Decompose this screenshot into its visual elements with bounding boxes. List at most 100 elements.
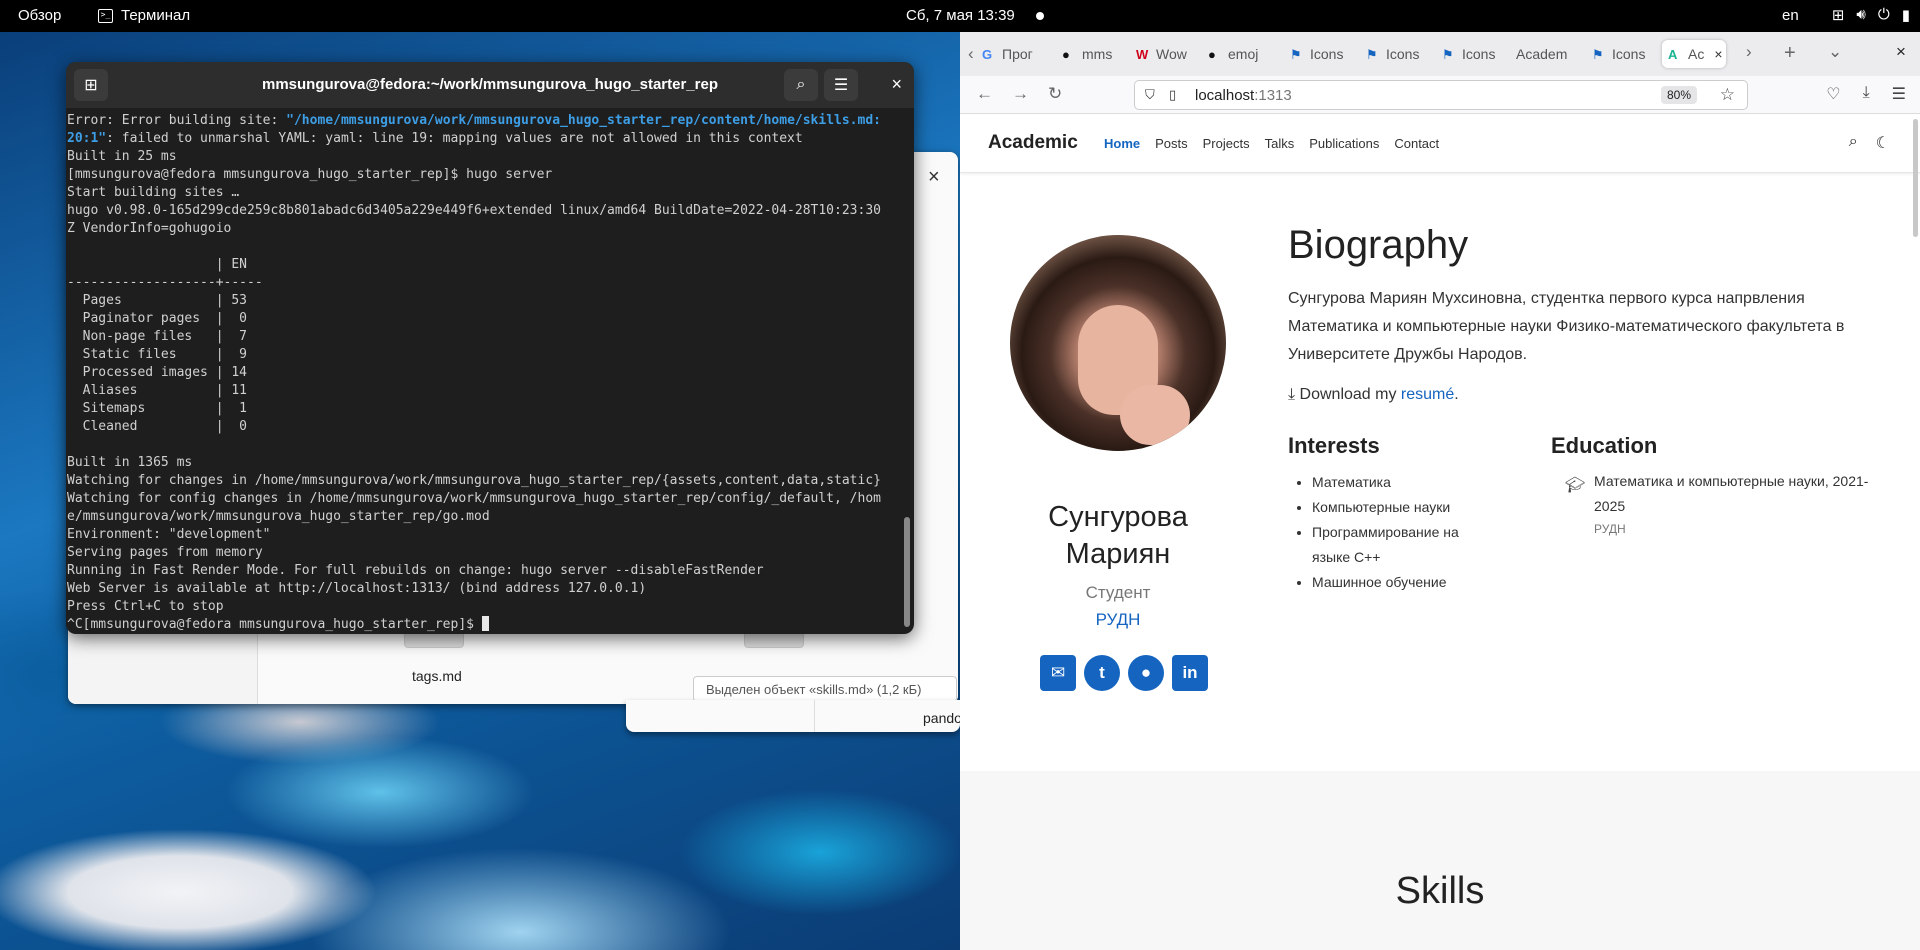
- shield-icon[interactable]: ⛉: [1145, 87, 1155, 103]
- reload-icon[interactable]: ↻: [1048, 84, 1062, 104]
- terminal-line: Static files | 9: [67, 346, 914, 364]
- nav-link-publications[interactable]: Publications: [1309, 136, 1379, 151]
- favicon-icon: ●: [1208, 47, 1216, 62]
- terminal-window[interactable]: ⊞ mmsungurova@fedora:~/work/mmsungurova_…: [66, 62, 914, 634]
- search-icon[interactable]: ⌕: [1849, 133, 1858, 153]
- keyboard-layout[interactable]: en: [1782, 7, 1799, 24]
- favicon-icon: W: [1136, 47, 1149, 62]
- favicon-icon: ⚑: [1366, 47, 1378, 62]
- url-bar[interactable]: ⛉ ▯ localhost:1313 80% ☆: [1134, 80, 1748, 110]
- browser-tab[interactable]: Academ: [1516, 40, 1584, 68]
- hamburger-icon[interactable]: ☰: [1892, 84, 1906, 104]
- browser-tab[interactable]: W Wow: [1136, 40, 1200, 68]
- person-name-line1: Сунгурова: [1048, 501, 1188, 533]
- browser-tab[interactable]: ⚑ Icons: [1366, 40, 1434, 68]
- star-icon[interactable]: ☆: [1720, 85, 1735, 105]
- url-text[interactable]: localhost:1313: [1195, 87, 1292, 104]
- envelope-icon[interactable]: ✉: [1040, 655, 1076, 691]
- browser-tab[interactable]: ⚑ Icons: [1592, 40, 1654, 68]
- back-arrow-icon[interactable]: ←: [976, 84, 993, 104]
- search-button[interactable]: ⌕: [784, 69, 818, 101]
- file-label[interactable]: tags.md: [412, 668, 462, 684]
- education-title: Education: [1551, 433, 1658, 458]
- close-tab-icon[interactable]: ×: [1714, 46, 1722, 62]
- person-org[interactable]: РУДН: [990, 610, 1246, 630]
- file-thumbnail[interactable]: [744, 634, 804, 648]
- chevron-left-icon[interactable]: ‹: [968, 44, 974, 64]
- page-icon[interactable]: ▯: [1169, 87, 1176, 103]
- terminal-line: Web Server is available at http://localh…: [67, 580, 914, 598]
- browser-tab[interactable]: ● mms: [1062, 40, 1128, 68]
- terminal-line: ^C[mmsungurova@fedora mmsungurova_hugo_s…: [67, 616, 914, 634]
- terminal-line: hugo v0.98.0-165d299cde259c8b801abadc6d3…: [67, 202, 914, 220]
- education-course: Математика и компьютерные науки, 2021-20…: [1594, 473, 1869, 514]
- browser-tab[interactable]: ⚑ Icons: [1290, 40, 1358, 68]
- terminal-line: Built in 1365 ms: [67, 454, 914, 472]
- dark-mode-icon[interactable]: ☾: [1876, 133, 1890, 153]
- twitter-icon[interactable]: t: [1084, 655, 1120, 691]
- new-tab-icon[interactable]: +: [1784, 42, 1796, 65]
- zoom-level[interactable]: 80%: [1660, 86, 1697, 104]
- terminal-output[interactable]: Error: Error building site: "/home/mmsun…: [66, 108, 914, 634]
- app-menu[interactable]: >_ Терминал: [98, 7, 190, 24]
- file-label[interactable]: pando: [923, 710, 962, 726]
- browser-tab[interactable]: ● emoj: [1208, 40, 1282, 68]
- resume-link[interactable]: resumé: [1401, 386, 1454, 403]
- clock[interactable]: Сб, 7 мая 13:39: [906, 7, 1015, 24]
- terminal-text: Web Server is available at http://localh…: [67, 581, 647, 596]
- terminal-text: Start building sites …: [67, 185, 240, 200]
- browser-window: ‹ › + ⌄ × G Прог ● mms W Wow ● emoj ⚑ Icons ⚑ Icons…: [960, 32, 1920, 950]
- browser-tab[interactable]: ⚑ Icons: [1442, 40, 1510, 68]
- nav-link-talks[interactable]: Talks: [1265, 136, 1295, 151]
- tab-label: Прог: [1002, 46, 1033, 62]
- activities-button[interactable]: Обзор: [18, 7, 61, 24]
- terminal-line: Start building sites …: [67, 184, 914, 202]
- close-icon[interactable]: ×: [928, 166, 940, 189]
- person-role: Студент: [1085, 583, 1151, 602]
- chevron-down-icon[interactable]: ⌄: [1828, 42, 1842, 62]
- download-icon[interactable]: ⤓: [1863, 84, 1870, 104]
- terminal-text: e/mmsungurova/work/mmsungurova_hugo_star…: [67, 509, 490, 524]
- close-icon[interactable]: ×: [891, 74, 902, 95]
- forward-arrow-icon[interactable]: →: [1012, 84, 1029, 104]
- site-nav-right: ⌕ ☾: [1849, 133, 1890, 153]
- nav-link-posts[interactable]: Posts: [1155, 136, 1188, 151]
- system-menu[interactable]: ⊞ 🔊︎ ⏻ ▮: [1832, 6, 1910, 24]
- person-name-line2: Мариян: [1065, 538, 1171, 570]
- linkedin-icon[interactable]: in: [1172, 655, 1208, 691]
- terminal-line: Non-page files | 7: [67, 328, 914, 346]
- nav-link-home[interactable]: Home: [1104, 136, 1140, 151]
- tab-label: Icons: [1310, 46, 1344, 62]
- divider: [814, 700, 815, 732]
- terminal-line: Serving pages from memory: [67, 544, 914, 562]
- browser-tab[interactable]: A Ac ×: [1662, 40, 1726, 68]
- terminal-text: Processed images | 14: [67, 365, 248, 380]
- tab-label: Icons: [1612, 46, 1646, 62]
- nav-link-projects[interactable]: Projects: [1203, 136, 1250, 151]
- interest-item: Программирование на языке С++: [1312, 520, 1487, 570]
- download-suffix: .: [1454, 386, 1459, 403]
- terminal-line: -------------------+-----: [67, 274, 914, 292]
- terminal-header: ⊞ mmsungurova@fedora:~/work/mmsungurova_…: [66, 62, 914, 108]
- github-icon[interactable]: ●: [1128, 655, 1164, 691]
- pocket-icon[interactable]: ♡: [1826, 84, 1840, 104]
- favicon-icon: A: [1668, 47, 1678, 62]
- favicon-icon: ⚑: [1290, 47, 1302, 62]
- web-page: Academic Home Posts Projects Talks Publicati…: [960, 115, 1920, 950]
- tab-label: Academ: [1516, 46, 1568, 62]
- close-window-icon[interactable]: ×: [1896, 42, 1906, 62]
- file-thumbnail[interactable]: [404, 634, 464, 648]
- site-brand[interactable]: Academic: [988, 132, 1078, 154]
- tab-strip: ‹ › + ⌄ × G Прог ● mms W Wow ● emoj ⚑ Icons ⚑ Icons…: [960, 32, 1920, 76]
- terminal-line: Paginator pages | 0: [67, 310, 914, 328]
- terminal-text: | EN: [67, 257, 248, 272]
- terminal-text: Built in 25 ms: [67, 149, 177, 164]
- page-scrollbar[interactable]: [1913, 119, 1918, 237]
- chevron-right-icon[interactable]: ›: [1746, 42, 1752, 62]
- browser-tab[interactable]: G Прог: [982, 40, 1054, 68]
- terminal-text: Press Ctrl+C to stop: [67, 599, 224, 614]
- menu-button[interactable]: ☰: [824, 69, 858, 101]
- terminal-scrollbar[interactable]: [904, 517, 910, 627]
- terminal-text: Cleaned | 0: [67, 419, 248, 434]
- nav-link-contact[interactable]: Contact: [1394, 136, 1439, 151]
